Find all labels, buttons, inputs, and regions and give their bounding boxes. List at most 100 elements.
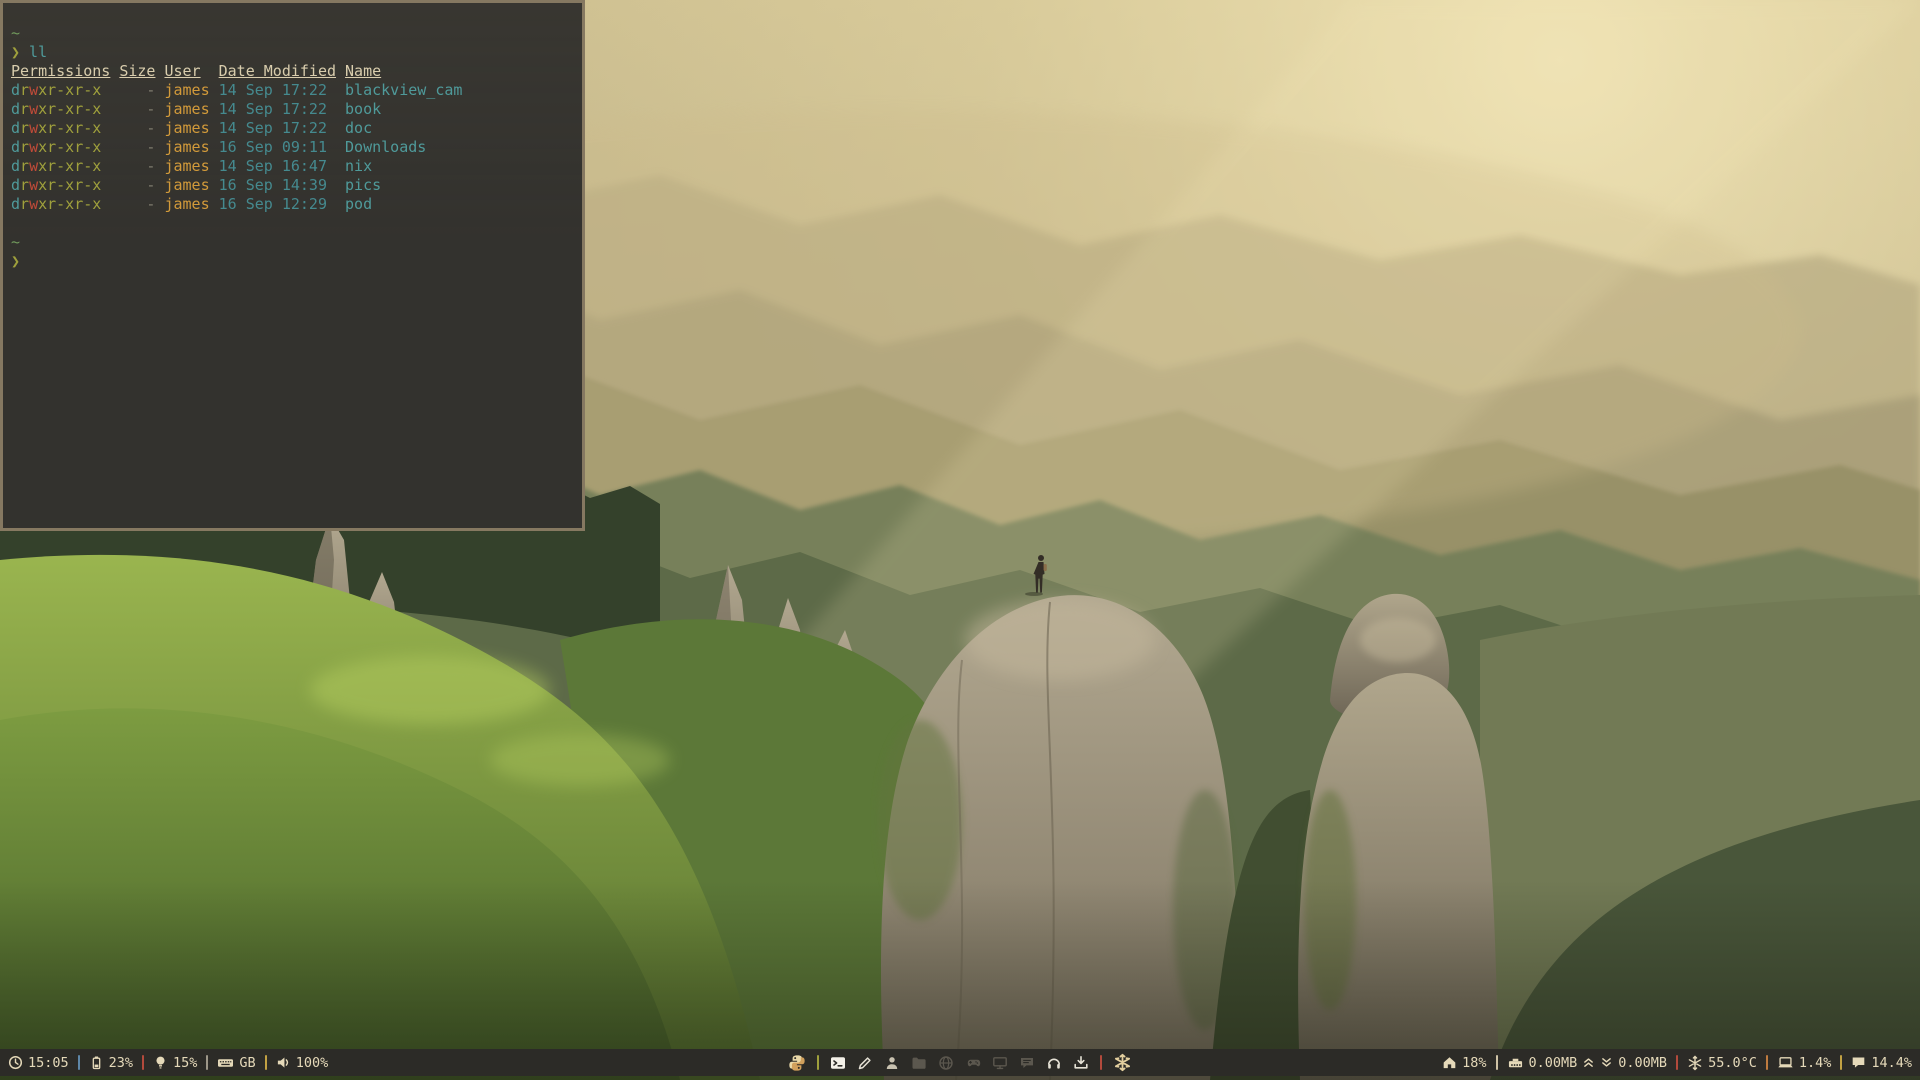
monitor-icon: [992, 1055, 1008, 1071]
lightbulb-icon: [153, 1055, 168, 1070]
workspace-downloads[interactable]: [1073, 1055, 1089, 1071]
date-cell: 14 Sep 17:22: [219, 119, 336, 138]
user-cell: james: [164, 100, 209, 119]
file-row: drwxr-xr-x - james 14 Sep 17:22 book: [11, 100, 574, 119]
globe-icon: [938, 1055, 954, 1071]
date-cell: 16 Sep 12:29: [219, 195, 336, 214]
file-row: drwxr-xr-x - james 16 Sep 14:39 pics: [11, 176, 574, 195]
workspace-files[interactable]: [911, 1055, 927, 1071]
separator: [142, 1055, 144, 1070]
date-cell: 14 Sep 17:22: [219, 100, 336, 119]
separator: [817, 1055, 819, 1070]
header-user: User: [164, 62, 209, 81]
prompt-symbol: ❯: [11, 43, 20, 62]
keyboard-layout-module: GB: [217, 1055, 255, 1071]
speech-bubble-icon: [1851, 1055, 1866, 1070]
file-row: drwxr-xr-x - james 16 Sep 12:29 pod: [11, 195, 574, 214]
snowflake-icon: [1113, 1053, 1132, 1072]
separator: [1676, 1055, 1678, 1070]
size-cell: -: [119, 195, 155, 214]
name-cell: book: [345, 100, 381, 119]
prompt-line: ❯: [11, 252, 574, 271]
name-cell: blackview_cam: [345, 81, 462, 100]
workspace-user[interactable]: [884, 1055, 900, 1071]
network-module: 0.00MB 0.00MB: [1507, 1055, 1668, 1071]
permissions-cell: drwxr-xr-x: [11, 81, 110, 100]
network-icon: [1507, 1055, 1524, 1070]
user-cell: james: [164, 81, 209, 100]
size-cell: -: [119, 119, 155, 138]
cwd-path: ~: [11, 233, 20, 252]
nix-snowflake-tray[interactable]: [1113, 1053, 1132, 1072]
permissions-cell: drwxr-xr-x: [11, 157, 110, 176]
bar-left-modules: 15:05 23% 15% GB 100%: [8, 1055, 328, 1071]
keyboard-icon: [217, 1055, 234, 1070]
clock-value: 15:05: [28, 1055, 69, 1071]
date-cell: 14 Sep 16:47: [219, 157, 336, 176]
terminal-window[interactable]: ~ ❯ ll Permissions Size User Date Modifi…: [0, 0, 585, 531]
permissions-cell: drwxr-xr-x: [11, 176, 110, 195]
terminal-icon: [830, 1055, 846, 1071]
brightness-value: 15%: [173, 1055, 197, 1071]
home-icon: [1442, 1055, 1457, 1070]
python-tray-icon[interactable]: [788, 1054, 806, 1072]
header-permissions: Permissions: [11, 62, 110, 81]
cwd-path: ~: [11, 24, 20, 43]
file-row: drwxr-xr-x - james 14 Sep 17:22 doc: [11, 119, 574, 138]
user-cell: james: [164, 195, 209, 214]
network-rx-value: 0.00MB: [1529, 1055, 1578, 1071]
size-cell: -: [119, 176, 155, 195]
cwd-line: ~: [11, 24, 574, 43]
file-row: drwxr-xr-x - james 16 Sep 09:11 Download…: [11, 138, 574, 157]
listing-header-row: Permissions Size User Date Modified Name: [11, 62, 574, 81]
size-cell: -: [119, 81, 155, 100]
temperature-value: 55.0°C: [1708, 1055, 1757, 1071]
size-cell: -: [119, 138, 155, 157]
workspace-edit[interactable]: [857, 1055, 873, 1071]
battery-module: 23%: [89, 1055, 133, 1071]
gamepad-icon: [965, 1055, 981, 1071]
command-text: ll: [29, 43, 47, 62]
disk-value: 14.4%: [1871, 1055, 1912, 1071]
date-cell: 16 Sep 14:39: [219, 176, 336, 195]
command-line: ❯ ll: [11, 43, 574, 62]
permissions-cell: drwxr-xr-x: [11, 195, 110, 214]
user-cell: james: [164, 138, 209, 157]
battery-value: 23%: [109, 1055, 133, 1071]
user-cell: james: [164, 157, 209, 176]
cwd-line: ~: [11, 233, 574, 252]
name-cell: doc: [345, 119, 372, 138]
folder-icon: [911, 1055, 927, 1071]
bar-right-modules: 18% 0.00MB 0.00MB 55.0°C 1.4% 14.4%: [1442, 1055, 1912, 1071]
person-icon: [884, 1055, 900, 1071]
volume-module: 100%: [276, 1055, 329, 1071]
separator: [265, 1055, 267, 1070]
pencil-icon: [857, 1055, 873, 1071]
separator: [1100, 1055, 1102, 1070]
headphones-icon: [1046, 1055, 1062, 1071]
size-cell: -: [119, 100, 155, 119]
upload-chevrons-icon: [1582, 1056, 1595, 1069]
file-row: drwxr-xr-x - james 14 Sep 16:47 nix: [11, 157, 574, 176]
workspace-chat[interactable]: [1019, 1055, 1035, 1071]
workspace-web[interactable]: [938, 1055, 954, 1071]
workspace-audio[interactable]: [1046, 1055, 1062, 1071]
header-date-modified: Date Modified: [219, 62, 336, 81]
workspace-monitor[interactable]: [992, 1055, 1008, 1071]
battery-icon: [89, 1055, 104, 1070]
permissions-cell: drwxr-xr-x: [11, 138, 110, 157]
cpu-value: 1.4%: [1799, 1055, 1832, 1071]
memory-module: 18%: [1442, 1055, 1486, 1071]
header-name: Name: [345, 62, 381, 81]
separator: [206, 1055, 208, 1070]
download-icon: [1073, 1055, 1089, 1071]
separator: [78, 1055, 80, 1070]
workspace-games[interactable]: [965, 1055, 981, 1071]
name-cell: nix: [345, 157, 372, 176]
size-cell: -: [119, 157, 155, 176]
cpu-module: 1.4%: [1777, 1055, 1832, 1071]
chat-icon: [1019, 1055, 1035, 1071]
separator: [1840, 1055, 1842, 1070]
user-cell: james: [164, 176, 209, 195]
workspace-terminal[interactable]: [830, 1055, 846, 1071]
